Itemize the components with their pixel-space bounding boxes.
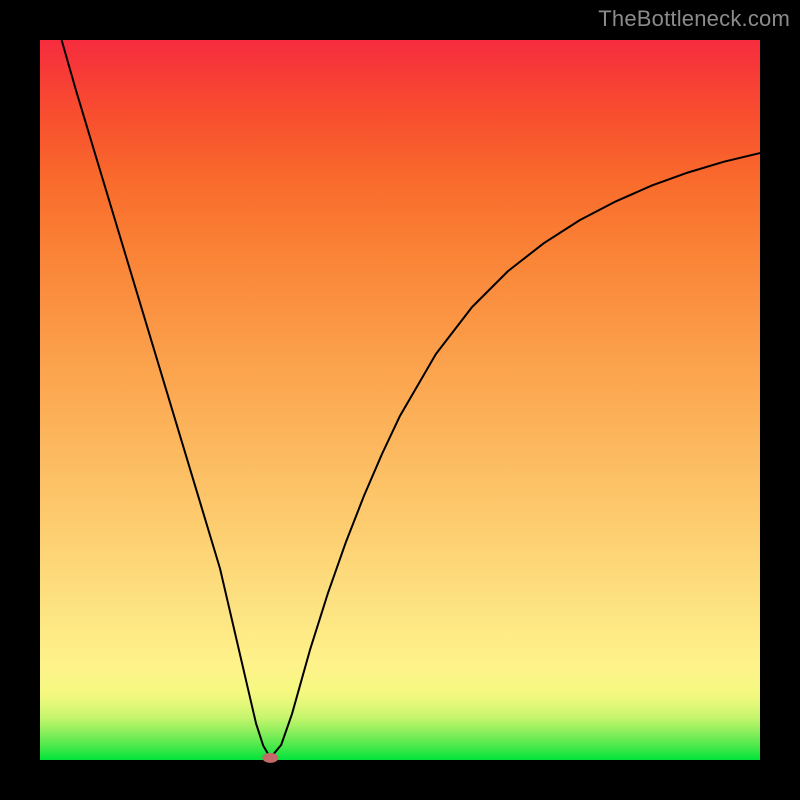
watermark-text: TheBottleneck.com — [598, 6, 790, 32]
outer-frame: TheBottleneck.com — [0, 0, 800, 800]
chart-plot-area — [40, 40, 760, 760]
bottleneck-curve — [62, 40, 760, 758]
minimum-marker — [262, 753, 278, 763]
chart-svg — [40, 40, 760, 760]
